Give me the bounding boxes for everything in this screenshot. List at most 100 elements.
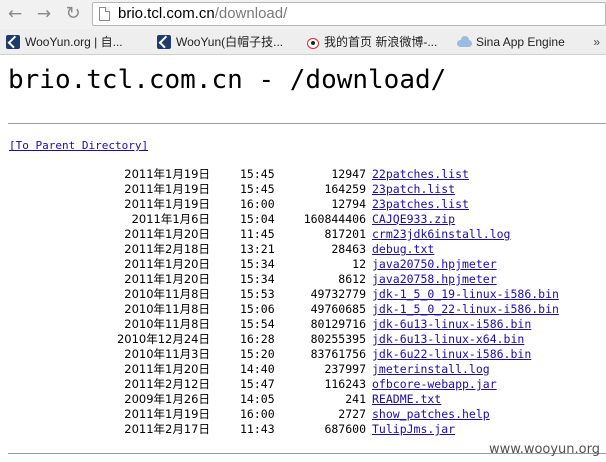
file-link[interactable]: jmeterinstall.log — [372, 362, 490, 377]
file-row: 2010年11月8日 15:06 49760685 jdk-1_5_0_22-linu… — [0, 302, 606, 317]
file-link[interactable]: java20758.hpjmeter — [372, 272, 497, 287]
file-time: 14:40 — [240, 362, 275, 376]
file-date: 2011年1月20日 — [124, 362, 210, 376]
page-icon — [99, 7, 110, 21]
file-size: 12794 — [331, 197, 366, 211]
file-size: 237997 — [324, 362, 366, 376]
file-size: 49732779 — [310, 287, 366, 301]
bookmark-sina-weibo[interactable]: 我的首页 新浪微博-... — [307, 33, 437, 51]
file-row: 2010年11月3日 15:20 83761756 jdk-6u22-linux-i5… — [0, 347, 606, 362]
file-date: 2011年2月18日 — [124, 242, 210, 256]
file-row: 2011年1月19日 15:45 12947 22patches.list — [0, 167, 606, 182]
file-row: 2011年1月19日 16:00 2727 show_patches.help — [0, 407, 606, 422]
file-link[interactable]: 23patches.list — [372, 197, 469, 212]
file-time: 14:05 — [240, 392, 275, 406]
file-date: 2010年11月8日 — [124, 287, 210, 301]
file-date: 2011年1月6日 — [131, 212, 210, 226]
file-date: 2011年1月20日 — [124, 227, 210, 241]
file-size: 116243 — [324, 377, 366, 391]
file-time: 15:34 — [240, 272, 275, 286]
bookmark-wooyun-org[interactable]: WooYun.org | 自... — [6, 33, 123, 51]
file-date: 2011年1月20日 — [124, 272, 210, 286]
file-link[interactable]: TulipJms.jar — [372, 422, 455, 437]
file-row: 2011年1月19日 15:45 164259 23patch.list — [0, 182, 606, 197]
file-time: 16:28 — [240, 332, 275, 346]
forward-button[interactable]: → — [33, 4, 55, 24]
file-time: 11:43 — [240, 422, 275, 436]
bookmark-wooyun-whitehat[interactable]: WooYun(白帽子技... — [157, 33, 283, 51]
file-link[interactable]: CAJQE933.zip — [372, 212, 455, 227]
file-time: 15:04 — [240, 212, 275, 226]
file-size: 2727 — [338, 407, 366, 421]
file-link[interactable]: jdk-6u13-linux-x64.bin — [372, 332, 524, 347]
file-date: 2010年11月8日 — [124, 317, 210, 331]
file-size: 49760685 — [310, 302, 366, 316]
file-time: 15:06 — [240, 302, 275, 316]
file-date: 2011年1月19日 — [124, 197, 210, 211]
file-size: 8612 — [338, 272, 366, 286]
file-link[interactable]: show_patches.help — [372, 407, 490, 422]
bookmark-sina-app-engine[interactable]: Sina App Engine — [457, 33, 565, 51]
file-time: 16:00 — [240, 197, 275, 211]
wooyun-icon — [6, 35, 20, 49]
file-time: 15:34 — [240, 257, 275, 271]
file-row: 2011年2月12日 15:47 116243 ofbcore-webapp.jar — [0, 377, 606, 392]
file-row: 2011年1月20日 14:40 237997 jmeterinstall.log — [0, 362, 606, 377]
cloud-icon — [457, 35, 472, 49]
file-date: 2011年1月19日 — [124, 182, 210, 196]
file-date: 2011年2月12日 — [124, 377, 210, 391]
file-size: 80129716 — [310, 317, 366, 331]
file-listing: 2011年1月19日 15:45 12947 22patches.list 2011年1… — [0, 167, 606, 437]
file-time: 15:54 — [240, 317, 275, 331]
file-row: 2010年12月24日 16:28 80255395 jdk-6u13-linux-x… — [0, 332, 606, 347]
file-size: 28463 — [331, 242, 366, 256]
arrow-right-icon: → — [36, 4, 52, 24]
file-size: 12947 — [331, 167, 366, 181]
bookmarks-overflow-button[interactable]: » — [593, 33, 600, 51]
file-link[interactable]: README.txt — [372, 392, 441, 407]
file-row: 2009年1月26日 14:05 241 README.txt — [0, 392, 606, 407]
url-host: brio.tcl.com.cn — [118, 5, 215, 22]
file-time: 15:45 — [240, 167, 275, 181]
file-link[interactable]: java20750.hpjmeter — [372, 257, 497, 272]
browser-toolbar: ← → ↻ brio.tcl.com.cn/download/ — [0, 0, 606, 29]
file-time: 15:45 — [240, 182, 275, 196]
file-link[interactable]: 22patches.list — [372, 167, 469, 182]
bookmark-label: WooYun(白帽子技... — [176, 35, 284, 49]
file-link[interactable]: jdk-6u13-linux-i586.bin — [372, 317, 531, 332]
back-button[interactable]: ← — [4, 4, 26, 24]
file-date: 2010年11月8日 — [124, 302, 210, 316]
file-date: 2011年1月19日 — [124, 167, 210, 181]
file-size: 164259 — [324, 182, 366, 196]
file-link[interactable]: jdk-1_5_0_22-linux-i586.bin — [372, 302, 559, 317]
file-link[interactable]: crm23jdk6install.log — [372, 227, 510, 242]
arrow-left-icon: ← — [7, 4, 23, 24]
address-bar[interactable]: brio.tcl.com.cn/download/ — [92, 2, 606, 26]
file-size: 687600 — [324, 422, 366, 436]
file-size: 12 — [352, 257, 366, 271]
file-row: 2011年1月20日 15:34 8612 java20758.hpjmeter — [0, 272, 606, 287]
file-time: 15:53 — [240, 287, 275, 301]
file-time: 11:45 — [240, 227, 275, 241]
file-row: 2011年1月20日 11:45 817201 crm23jdk6install.lo… — [0, 227, 606, 242]
file-link[interactable]: 23patch.list — [372, 182, 455, 197]
file-size: 160844406 — [303, 212, 366, 226]
file-row: 2011年1月6日 15:04 160844406 CAJQE933.zip — [0, 212, 606, 227]
address-url: brio.tcl.com.cn/download/ — [118, 5, 287, 23]
file-row: 2011年2月17日 11:43 687600 TulipJms.jar — [0, 422, 606, 437]
reload-icon: ↻ — [65, 3, 81, 24]
bookmarks-bar: WooYun.org | 自... WooYun(白帽子技... 我的首页 新浪… — [0, 29, 606, 55]
file-link[interactable]: jdk-6u22-linux-i586.bin — [372, 347, 531, 362]
watermark: www.wooyun.org — [488, 442, 600, 457]
file-link[interactable]: debug.txt — [372, 242, 434, 257]
reload-button[interactable]: ↻ — [62, 4, 84, 24]
parent-directory-link[interactable]: [To Parent Directory] — [9, 138, 148, 153]
file-row: 2010年11月8日 15:54 80129716 jdk-6u13-linux-i5… — [0, 317, 606, 332]
file-link[interactable]: jdk-1_5_0_19-linux-i586.bin — [372, 287, 559, 302]
weibo-icon — [307, 38, 319, 49]
file-link[interactable]: ofbcore-webapp.jar — [372, 377, 497, 392]
divider-top — [8, 123, 606, 124]
file-size: 817201 — [324, 227, 366, 241]
file-time: 15:20 — [240, 347, 275, 361]
file-row: 2011年1月20日 15:34 12 java20750.hpjmeter — [0, 257, 606, 272]
